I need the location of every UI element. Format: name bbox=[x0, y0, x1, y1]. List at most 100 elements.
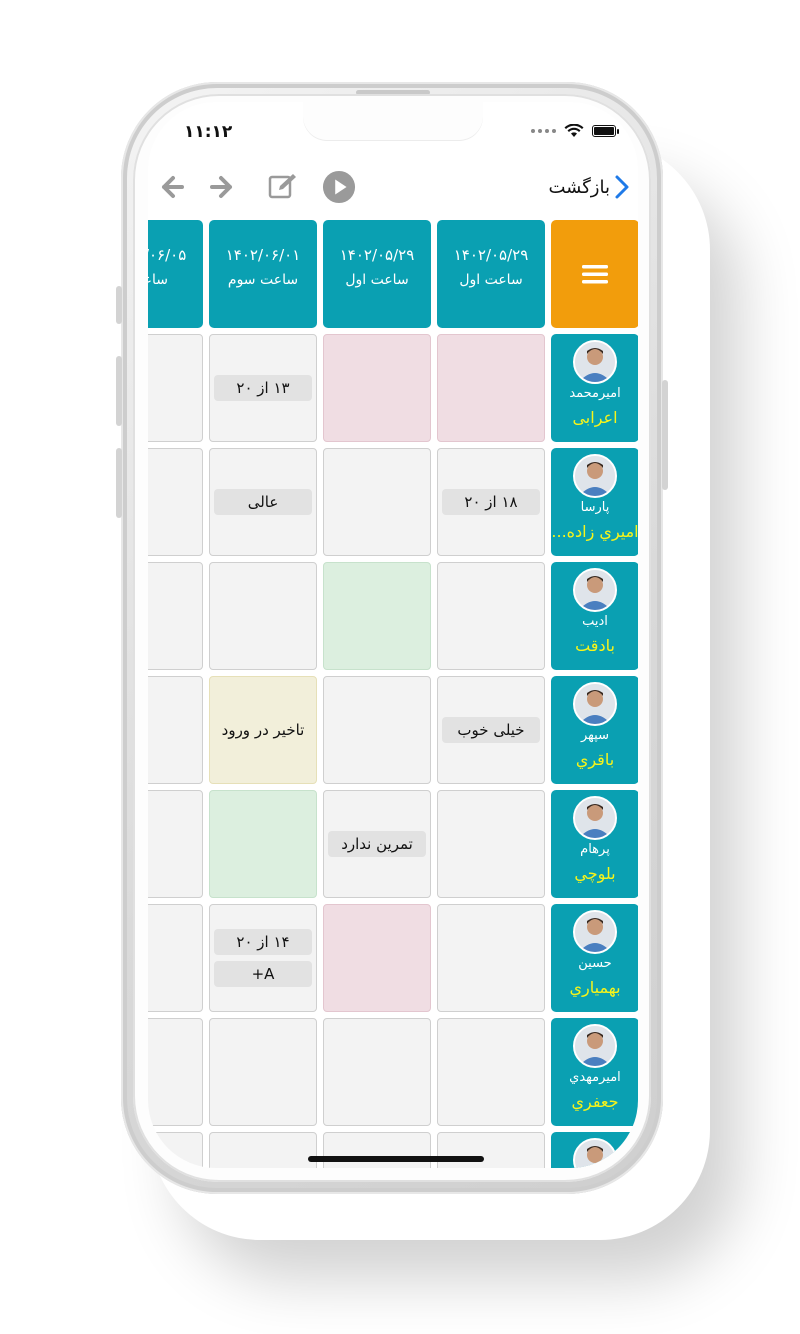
battery-icon bbox=[592, 125, 619, 137]
grade-cell[interactable] bbox=[209, 1018, 317, 1126]
power-button bbox=[662, 380, 668, 490]
grade-chip: خیلی خوب bbox=[442, 717, 540, 743]
grade-cell[interactable] bbox=[209, 1132, 317, 1168]
student-card[interactable]: اميرمحمد اعرابی bbox=[551, 334, 638, 442]
grade-cell[interactable] bbox=[323, 562, 431, 670]
column-header[interactable]: ۱۴۰۲/۰۵/۲۹ ساعت اول bbox=[323, 220, 431, 328]
student-avatar bbox=[573, 682, 617, 726]
grade-chip: ۱۴ از ۲۰ bbox=[214, 929, 312, 955]
screen: ۱۱:۱۲ بازگشت ۱۴۰۲/۰۵/۲۹ ساعت اول ۱۴۰۲/۰۵… bbox=[148, 102, 638, 1168]
student-avatar bbox=[573, 796, 617, 840]
grade-cell[interactable] bbox=[437, 790, 545, 898]
column-date: ۱۴۰۲/۰۵/۲۹ bbox=[453, 246, 529, 264]
volume-up-button bbox=[116, 356, 122, 426]
grade-cell[interactable] bbox=[437, 904, 545, 1012]
wifi-icon bbox=[564, 124, 584, 137]
home-indicator bbox=[308, 1156, 484, 1162]
grade-cell[interactable]: تاخیر در ورود bbox=[209, 676, 317, 784]
arrow-left-icon[interactable] bbox=[154, 170, 188, 204]
student-first-name: اميرمحمد bbox=[569, 386, 621, 401]
student-card[interactable]: پارسا اميري زاده... bbox=[551, 448, 638, 556]
arrow-right-icon[interactable] bbox=[206, 170, 240, 204]
grade-cell[interactable] bbox=[148, 904, 203, 1012]
grade-cell[interactable] bbox=[323, 1018, 431, 1126]
grade-chip: ۱۸ از ۲۰ bbox=[442, 489, 540, 515]
column-hour: ساعت اول bbox=[345, 272, 409, 288]
grade-chip: ۱۳ از ۲۰ bbox=[214, 375, 312, 401]
column-date: ۱۴۰۲/۰۶/۰۱ bbox=[225, 246, 301, 264]
mute-switch bbox=[116, 286, 122, 324]
grade-cell[interactable] bbox=[323, 904, 431, 1012]
student-last-name: اعرابی bbox=[572, 408, 618, 427]
cell-note: تاخیر در ورود bbox=[221, 721, 305, 739]
grade-cell[interactable] bbox=[148, 676, 203, 784]
student-last-name: بادقت bbox=[575, 636, 615, 655]
signal-icon bbox=[531, 129, 556, 133]
grade-cell[interactable]: ۱۴ از ۲۰ A+ bbox=[209, 904, 317, 1012]
grade-cell[interactable] bbox=[323, 448, 431, 556]
grade-cell[interactable] bbox=[209, 562, 317, 670]
grade-cell[interactable] bbox=[323, 334, 431, 442]
grade-cell[interactable] bbox=[323, 676, 431, 784]
grade-cell[interactable]: ۱۳ از ۲۰ bbox=[209, 334, 317, 442]
student-last-name: بلوچي bbox=[574, 864, 616, 883]
student-card[interactable] bbox=[551, 1132, 638, 1168]
toolbar: بازگشت bbox=[148, 162, 638, 212]
student-first-name: حسين bbox=[578, 956, 612, 971]
column-date: ۱۴۰۲/۰۵/۲۹ bbox=[339, 246, 415, 264]
notch bbox=[303, 102, 483, 140]
grade-cell[interactable] bbox=[148, 448, 203, 556]
student-card[interactable]: اديب بادقت bbox=[551, 562, 638, 670]
student-avatar bbox=[573, 1138, 617, 1168]
column-header[interactable]: ۱۴۰۲/۰۵/۲۹ ساعت اول bbox=[437, 220, 545, 328]
grade-chip: تمرین ندارد bbox=[328, 831, 426, 857]
grade-cell[interactable]: خیلی خوب bbox=[437, 676, 545, 784]
grade-cell[interactable] bbox=[148, 1018, 203, 1126]
status-icons bbox=[531, 124, 619, 138]
grade-cell[interactable] bbox=[437, 334, 545, 442]
hamburger-icon bbox=[582, 265, 608, 284]
column-hour: ساعت سوم bbox=[227, 272, 299, 288]
play-icon[interactable] bbox=[322, 170, 356, 204]
column-header[interactable]: ۱۴۰۲/۰۶/۰۵ ساعت bbox=[148, 220, 203, 328]
status-time: ۱۱:۱۲ bbox=[184, 122, 233, 142]
student-card[interactable]: سپهر باقري bbox=[551, 676, 638, 784]
student-last-name: جعفري bbox=[571, 1092, 619, 1111]
grade-cell[interactable] bbox=[209, 790, 317, 898]
grade-cell[interactable] bbox=[148, 1132, 203, 1168]
student-last-name: باقري bbox=[575, 750, 615, 769]
grade-cell[interactable] bbox=[437, 1132, 545, 1168]
column-header[interactable]: ۱۴۰۲/۰۶/۰۱ ساعت سوم bbox=[209, 220, 317, 328]
student-last-name: اميري زاده... bbox=[551, 522, 638, 541]
grade-cell[interactable] bbox=[148, 790, 203, 898]
student-last-name: بهمياري bbox=[569, 978, 621, 997]
grade-cell[interactable] bbox=[148, 334, 203, 442]
student-avatar bbox=[573, 340, 617, 384]
grade-chip: عالی bbox=[214, 489, 312, 515]
column-hour: ساعت اول bbox=[459, 272, 523, 288]
grade-chip: A+ bbox=[214, 961, 312, 987]
student-first-name: اديب bbox=[582, 614, 608, 629]
back-button[interactable]: بازگشت bbox=[549, 174, 631, 200]
student-card[interactable]: پرهام بلوچي bbox=[551, 790, 638, 898]
grade-cell[interactable] bbox=[437, 1018, 545, 1126]
chevron-right-icon bbox=[615, 175, 629, 199]
grade-cell[interactable] bbox=[437, 562, 545, 670]
grade-cell[interactable]: عالی bbox=[209, 448, 317, 556]
grade-cell[interactable] bbox=[323, 1132, 431, 1168]
attendance-grid: ۱۴۰۲/۰۵/۲۹ ساعت اول ۱۴۰۲/۰۵/۲۹ ساعت اول ۱۴۰۲… bbox=[148, 218, 638, 1168]
student-card[interactable]: حسين بهمياري bbox=[551, 904, 638, 1012]
student-avatar bbox=[573, 1024, 617, 1068]
edit-icon[interactable] bbox=[266, 170, 300, 204]
menu-button[interactable] bbox=[551, 220, 638, 328]
grade-cell[interactable] bbox=[148, 562, 203, 670]
column-date: ۱۴۰۲/۰۶/۰۵ bbox=[148, 246, 187, 264]
grade-cell[interactable]: ۱۸ از ۲۰ bbox=[437, 448, 545, 556]
student-avatar bbox=[573, 454, 617, 498]
student-avatar bbox=[573, 910, 617, 954]
grade-cell[interactable]: تمرین ندارد bbox=[323, 790, 431, 898]
student-card[interactable]: اميرمهدي جعفري bbox=[551, 1018, 638, 1126]
student-first-name: اميرمهدي bbox=[569, 1070, 621, 1085]
student-first-name: پارسا bbox=[580, 500, 610, 515]
student-first-name: سپهر bbox=[581, 728, 609, 743]
